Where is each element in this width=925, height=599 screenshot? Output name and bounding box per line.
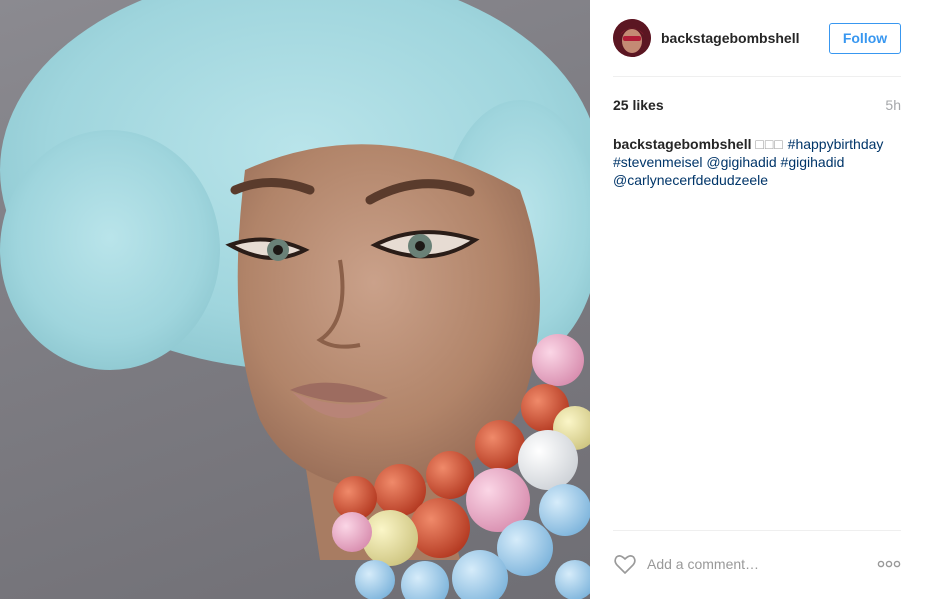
header-divider (613, 76, 901, 77)
caption-username[interactable]: backstagebombshell (613, 136, 752, 152)
avatar[interactable] (613, 19, 651, 57)
heart-outline-icon[interactable] (613, 552, 637, 576)
hashtag-link[interactable]: #happybirthday (788, 136, 884, 152)
likes-count[interactable]: 25 likes (613, 97, 664, 113)
post-caption: backstagebombshell □□□ #happybirthday #s… (613, 135, 901, 189)
hashtag-link[interactable]: #gigihadid (781, 154, 845, 170)
post-image (0, 0, 590, 599)
caption-emoji: □□□ (755, 136, 784, 152)
post-username[interactable]: backstagebombshell (661, 30, 829, 46)
post-time[interactable]: 5h (885, 97, 901, 113)
hashtag-link[interactable]: #stevenmeisel (613, 154, 703, 170)
avatar-image (613, 19, 651, 57)
comment-row (613, 550, 901, 578)
comment-divider (613, 530, 901, 531)
mention-link[interactable]: @gigihadid (706, 154, 776, 170)
post-details-panel: backstagebombshell Follow 25 likes 5h ba… (590, 0, 925, 599)
post-stats: 25 likes 5h (613, 97, 901, 113)
post-photo[interactable] (0, 0, 590, 599)
follow-button[interactable]: Follow (829, 22, 901, 54)
mention-link[interactable]: @carlynecerfdedudzeele (613, 172, 768, 188)
post-header: backstagebombshell Follow (613, 18, 901, 58)
comment-input[interactable] (647, 556, 877, 572)
ellipsis-icon[interactable] (877, 559, 901, 569)
